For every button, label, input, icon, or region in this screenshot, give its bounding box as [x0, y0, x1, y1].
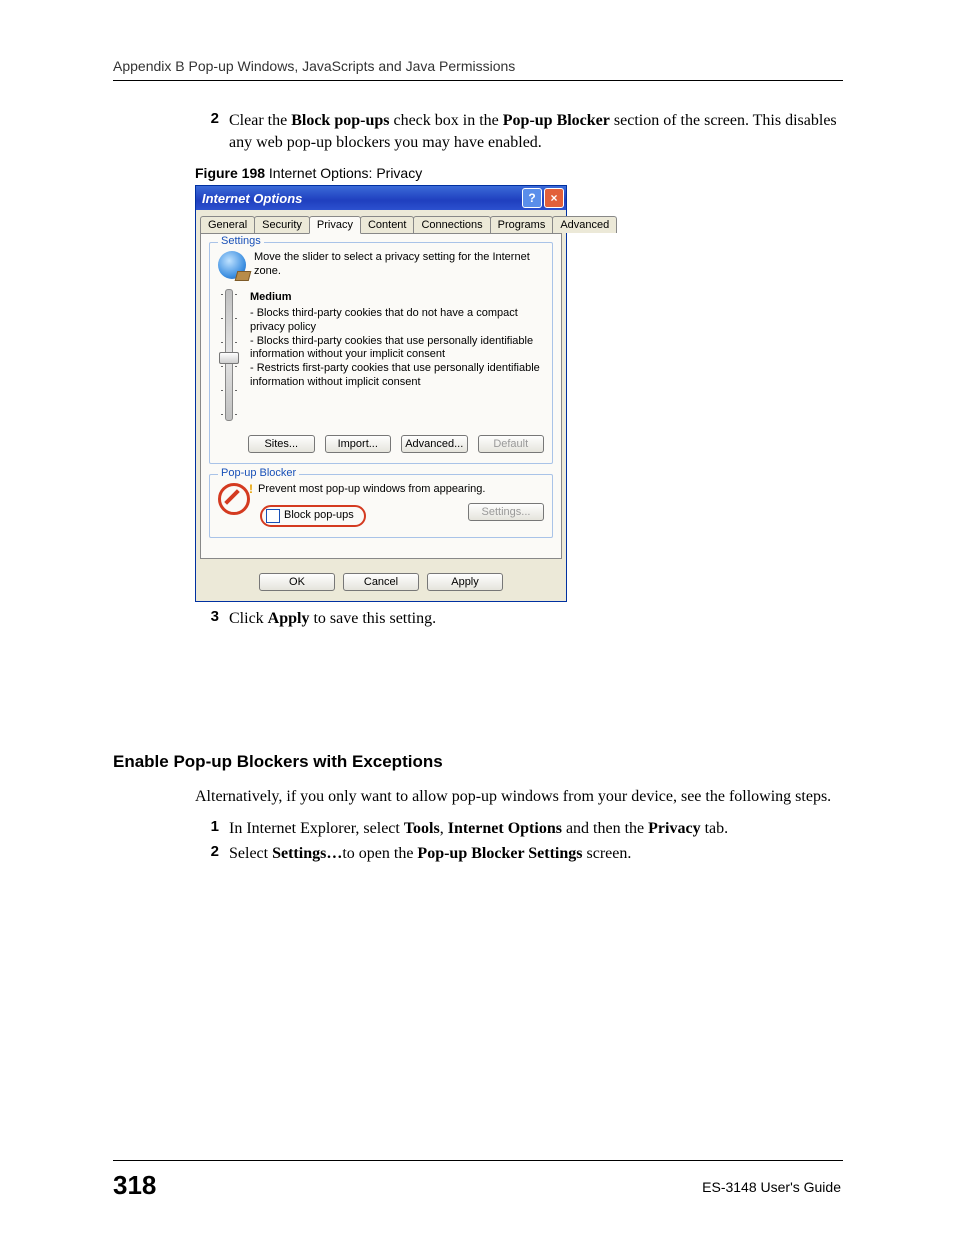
privacy-bullet: - Blocks third-party cookies that do not… [250, 307, 544, 335]
popup-right-col: Prevent most pop-up windows from appeari… [250, 483, 544, 527]
dialog-title: Internet Options [202, 191, 520, 206]
tab-strip: General Security Privacy Content Connect… [200, 216, 562, 233]
privacy-bullet: - Restricts first-party cookies that use… [250, 362, 544, 390]
tab-content[interactable]: Content [360, 216, 415, 233]
step-text: Select Settings…to open the Pop-up Block… [229, 843, 631, 865]
step-text: Click Apply to save this setting. [229, 608, 436, 630]
t: Pop-up Blocker Settings [417, 845, 582, 862]
t: Settings… [272, 845, 342, 862]
t: Select [229, 845, 272, 862]
t: to open the [342, 845, 417, 862]
footer-rule [113, 1160, 843, 1161]
page-number: 318 [113, 1170, 156, 1201]
privacy-bullet: - Blocks third-party cookies that use pe… [250, 335, 544, 363]
section-heading: Enable Pop-up Blockers with Exceptions [113, 752, 443, 772]
step-2-row: 2 Clear the Block pop-ups check box in t… [195, 110, 845, 153]
cancel-button[interactable]: Cancel [343, 573, 419, 591]
t: screen. [582, 845, 631, 862]
settings-desc: Move the slider to select a privacy sett… [254, 251, 544, 279]
settings-button-row: Sites... Import... Advanced... Default [248, 435, 544, 453]
group-title: Settings [218, 235, 264, 247]
popup-settings-button[interactable]: Settings... [468, 503, 544, 521]
step-3-row: 3 Click Apply to save this setting. [195, 608, 845, 630]
t: Tools [404, 820, 440, 837]
tab-advanced[interactable]: Advanced [552, 216, 617, 233]
popup-blocker-icon [218, 483, 250, 515]
t: Clear the [229, 112, 291, 129]
t: Pop-up Blocker [503, 112, 610, 129]
guide-name: ES-3148 User's Guide [702, 1179, 841, 1195]
step-number: 2 [195, 110, 229, 153]
step-e2-row: 2 Select Settings…to open the Pop-up Blo… [195, 843, 845, 865]
privacy-level-label: Medium [250, 291, 544, 303]
block-popups-label: Block pop-ups [284, 509, 354, 523]
tab-general[interactable]: General [200, 216, 255, 233]
dialog-titlebar[interactable]: Internet Options ? × [196, 186, 566, 210]
privacy-slider-block: Medium - Blocks third-party cookies that… [218, 289, 544, 421]
popup-blocker-group: Pop-up Blocker Prevent most pop-up windo… [209, 474, 553, 538]
slider-thumb[interactable] [219, 352, 239, 364]
advanced-button[interactable]: Advanced... [401, 435, 468, 453]
import-button[interactable]: Import... [325, 435, 392, 453]
t: tab. [701, 820, 729, 837]
header-rule [113, 80, 843, 81]
popup-desc: Prevent most pop-up windows from appeari… [258, 483, 544, 497]
globe-icon [218, 251, 246, 279]
default-button[interactable]: Default [478, 435, 545, 453]
slider-desc-col: Medium - Blocks third-party cookies that… [250, 289, 544, 421]
settings-desc-row: Move the slider to select a privacy sett… [218, 251, 544, 279]
settings-group: Settings Move the slider to select a pri… [209, 242, 553, 464]
tab-privacy[interactable]: Privacy [309, 216, 361, 234]
step-number: 1 [195, 818, 229, 840]
sites-button[interactable]: Sites... [248, 435, 315, 453]
ok-button[interactable]: OK [259, 573, 335, 591]
popup-desc-row: Prevent most pop-up windows from appeari… [218, 483, 544, 527]
step-e1-row: 1 In Internet Explorer, select Tools, In… [195, 818, 845, 840]
step-number: 2 [195, 843, 229, 865]
block-popups-checkbox[interactable] [266, 509, 280, 523]
tab-programs[interactable]: Programs [490, 216, 554, 233]
step-text: Clear the Block pop-ups check box in the… [229, 110, 845, 153]
t: Internet Options [448, 820, 562, 837]
figure-number: Figure 198 [195, 165, 265, 181]
exception-paragraph: Alternatively, if you only want to allow… [195, 786, 845, 808]
tab-security[interactable]: Security [254, 216, 310, 233]
figure-title: Internet Options: Privacy [265, 165, 422, 181]
step-number: 3 [195, 608, 229, 630]
dialog-button-row: OK Cancel Apply [196, 563, 566, 601]
t: Apply [268, 610, 310, 627]
t: Click [229, 610, 268, 627]
close-icon[interactable]: × [544, 188, 564, 208]
privacy-slider[interactable] [218, 289, 240, 421]
t: to save this setting. [309, 610, 436, 627]
t: check box in the [389, 112, 502, 129]
step-text: In Internet Explorer, select Tools, Inte… [229, 818, 728, 840]
internet-options-dialog: Internet Options ? × General Security Pr… [195, 185, 567, 602]
block-popups-checkbox-highlight: Block pop-ups [260, 505, 366, 527]
slider-track [225, 289, 233, 421]
exception-content: Alternatively, if you only want to allow… [195, 786, 845, 869]
t: In Internet Explorer, select [229, 820, 404, 837]
group-title: Pop-up Blocker [218, 467, 299, 479]
t: and then the [562, 820, 648, 837]
t: , [440, 820, 448, 837]
help-icon[interactable]: ? [522, 188, 542, 208]
figure-caption: Figure 198 Internet Options: Privacy [195, 165, 845, 181]
main-content: 2 Clear the Block pop-ups check box in t… [195, 110, 845, 634]
running-header: Appendix B Pop-up Windows, JavaScripts a… [113, 58, 515, 74]
tab-connections[interactable]: Connections [413, 216, 490, 233]
apply-button[interactable]: Apply [427, 573, 503, 591]
t: Privacy [648, 820, 700, 837]
t: Block pop-ups [291, 112, 389, 129]
tab-body: Settings Move the slider to select a pri… [200, 233, 562, 559]
